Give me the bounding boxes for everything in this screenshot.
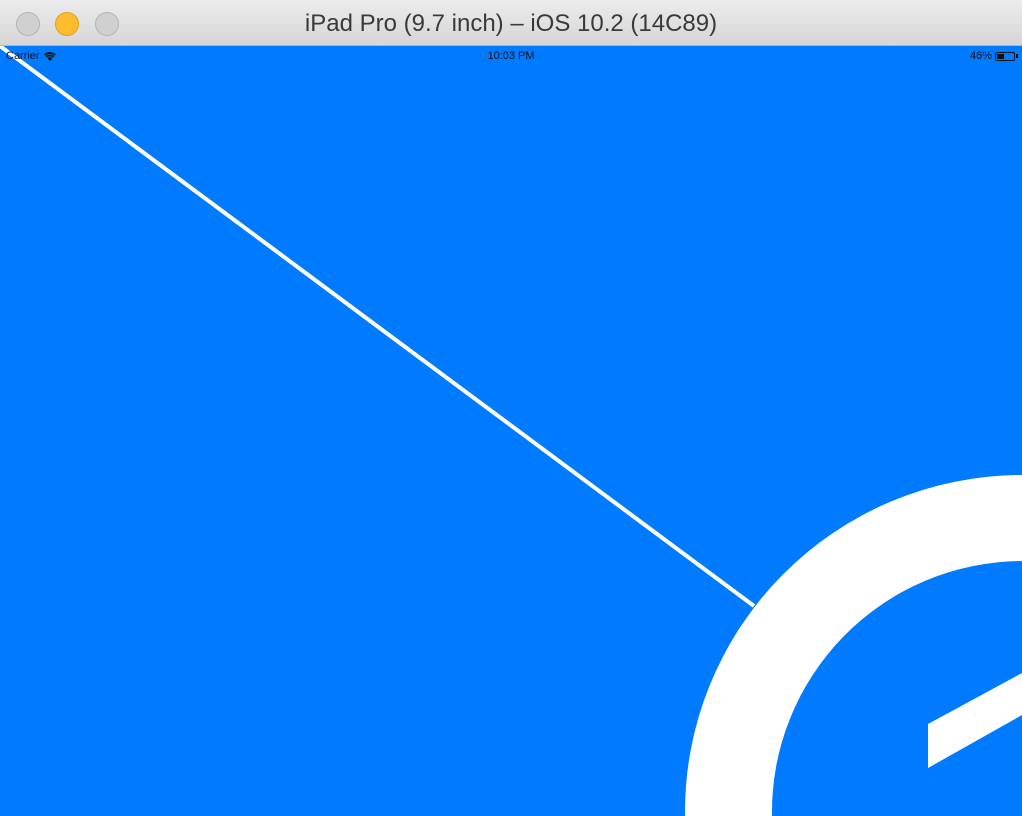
title-bar[interactable]: iPad Pro (9.7 inch) – iOS 10.2 (14C89) — [0, 0, 1022, 46]
battery-indicator: 46% — [970, 50, 1018, 62]
arc-ring — [684, 475, 1022, 816]
canvas-drawing — [0, 46, 1022, 816]
diagonal-line — [0, 46, 756, 608]
battery-percent: 46% — [969, 50, 992, 62]
window-title: iPad Pro (9.7 inch) – iOS 10.2 (14C89) — [304, 10, 718, 37]
device-screen[interactable]: Carrier 10:03 PM 46% — [0, 46, 1022, 816]
battery-fill — [997, 53, 1005, 59]
status-bar: Carrier 10:03 PM 46% — [0, 46, 1022, 66]
status-time: 10:03 PM — [487, 50, 535, 62]
battery-icon — [995, 51, 1015, 61]
simulator-window: iPad Pro (9.7 inch) – iOS 10.2 (14C89) C… — [0, 0, 1022, 816]
arc-fragment — [928, 673, 1022, 768]
battery-tip — [1016, 54, 1018, 58]
